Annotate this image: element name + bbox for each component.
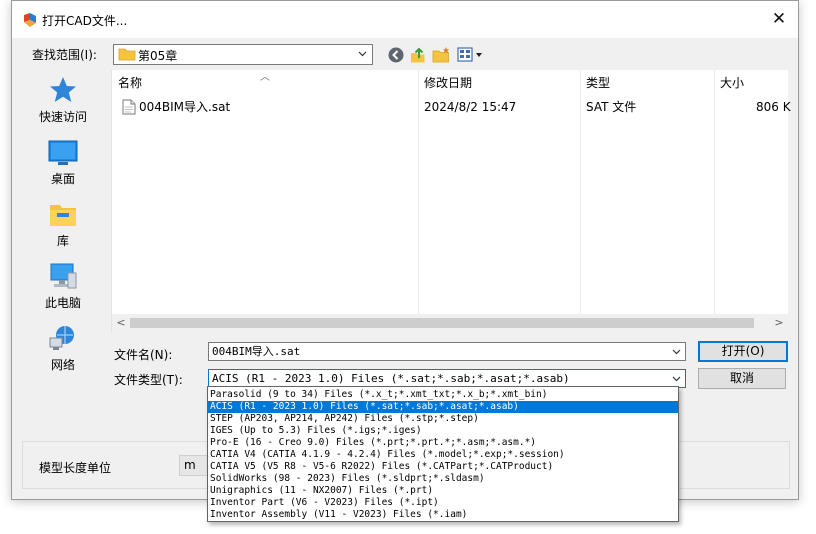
file-name: 004BIM导入.sat [139,100,231,114]
place-network[interactable]: 网络 [28,323,98,378]
place-label: 网络 [50,358,75,372]
up-folder-icon[interactable] [409,46,427,64]
units-label: 模型长度单位 [39,461,112,475]
place-quick-access[interactable]: 快速访问 [28,75,98,130]
file-type-option-selected[interactable]: ACIS (R1 - 2023 1.0) Files (*.sat;*.sab;… [208,401,678,413]
library-icon [50,205,76,226]
sort-up-icon: ︿ [260,72,270,83]
file-type-label: 文件类型(T): [114,373,183,387]
place-this-pc[interactable]: 此电脑 [28,261,98,316]
open-button[interactable]: 打开(O) [698,341,788,362]
place-label: 快速访问 [38,110,87,124]
horizontal-scrollbar[interactable]: < > [112,314,788,332]
network-icon [49,326,74,350]
file-type-option[interactable]: Pro-E (16 - Creo 9.0) Files (*.prt;*.prt… [208,437,678,449]
folder-icon [118,48,136,61]
file-size: 806 K [756,100,791,114]
look-in-label: 查找范围(I): [32,48,97,62]
desktop-icon [48,140,78,165]
scroll-right-icon[interactable]: > [771,315,787,331]
back-icon[interactable] [387,46,405,64]
column-header: 名称 ︿ 修改日期 类型 大小 [112,70,788,96]
file-icon [122,99,136,115]
star-icon [50,77,76,102]
scroll-left-icon[interactable]: < [113,315,129,331]
file-type-option[interactable]: Parasolid (9 to 34) Files (*.x_t;*.xmt_t… [208,389,678,401]
file-name-label: 文件名(N): [114,348,173,362]
close-button[interactable]: ✕ [770,10,788,28]
file-name-input[interactable]: 004BIM导入.sat [208,342,686,361]
new-folder-icon[interactable] [432,46,450,64]
file-type-value: ACIS (R1 - 2023 1.0) Files (*.sat;*.sab;… [212,372,570,385]
chevron-down-icon[interactable] [671,346,682,357]
file-name-value: 004BIM导入.sat [212,345,301,358]
chevron-down-icon[interactable] [671,373,682,384]
app-logo-icon [24,13,36,27]
file-modified: 2024/8/2 15:47 [424,100,517,114]
col-type[interactable]: 类型 [580,70,706,96]
col-modified[interactable]: 修改日期 [418,70,574,96]
scrollbar-thumb[interactable] [130,318,754,328]
look-in-combo[interactable]: 第05章 [113,44,373,65]
file-type-option[interactable]: CATIA V5 (V5 R8 - V5-6 R2022) Files (*.C… [208,461,678,473]
place-desktop[interactable]: 桌面 [28,137,98,192]
title-bar: 打开CAD文件... ✕ [12,1,798,38]
cancel-button[interactable]: 取消 [698,368,786,389]
file-type-option[interactable]: Inventor Part (V6 - V2023) Files (*.ipt) [208,497,678,509]
file-list[interactable]: 名称 ︿ 修改日期 类型 大小 004BIM导入.sat 2024/8/2 15… [111,70,791,332]
chevron-down-icon [358,51,367,57]
file-type: SAT 文件 [586,100,637,114]
place-label: 库 [56,234,69,248]
view-menu-icon[interactable] [457,46,485,64]
units-value: m [184,458,196,472]
file-type-dropdown-list[interactable]: Parasolid (9 to 34) Files (*.x_t;*.xmt_t… [207,386,679,522]
look-in-value: 第05章 [138,49,178,63]
col-size[interactable]: 大小 [714,70,780,96]
place-library[interactable]: 库 [28,199,98,254]
file-type-option[interactable]: STEP (AP203, AP214, AP242) Files (*.stp;… [208,413,678,425]
file-type-option[interactable]: Unigraphics (11 - NX2007) Files (*.prt) [208,485,678,497]
places-bar: 快速访问 桌面 库 此电脑 网络 [28,70,98,372]
file-type-option[interactable]: Inventor Assembly (V11 - V2023) Files (*… [208,509,678,521]
computer-icon [50,263,77,289]
place-label: 桌面 [50,172,75,186]
file-type-option[interactable]: CATIA V4 (CATIA 4.1.9 - 4.2.4) Files (*.… [208,449,678,461]
file-type-option[interactable]: IGES (Up to 5.3) Files (*.igs;*.iges) [208,425,678,437]
place-label: 此电脑 [44,296,81,310]
file-type-option[interactable]: SolidWorks (98 - 2023) Files (*.sldprt;*… [208,473,678,485]
dialog-title: 打开CAD文件... [42,14,128,28]
file-row[interactable]: 004BIM导入.sat 2024/8/2 15:47 SAT 文件 806 K [112,96,791,118]
